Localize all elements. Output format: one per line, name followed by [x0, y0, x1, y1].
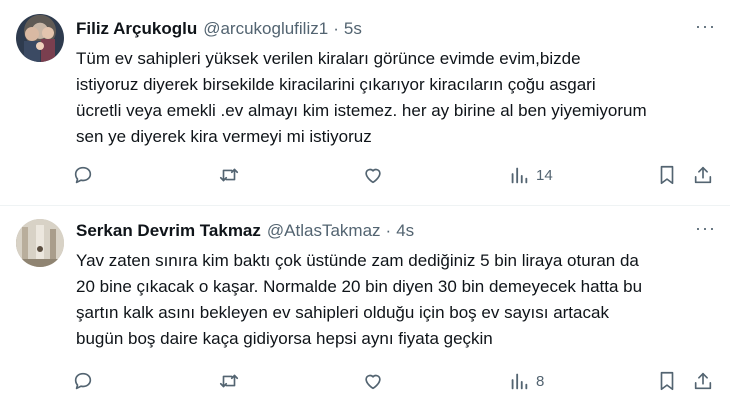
retweet-button[interactable]: [218, 160, 240, 190]
timestamp[interactable]: 4s: [396, 221, 414, 241]
tweet-header: Filiz Arçukoglu @arcukoglufiliz1 · 5s: [76, 18, 362, 40]
display-name[interactable]: Filiz Arçukoglu: [76, 19, 197, 39]
tweet-text: Tüm ev sahipleri yüksek verilen kiraları…: [76, 49, 647, 146]
action-bar: 14: [72, 160, 722, 190]
reply-button[interactable]: [72, 160, 94, 190]
views-chart-icon: [508, 370, 530, 392]
reply-button[interactable]: [72, 366, 94, 396]
retweet-icon: [218, 370, 240, 392]
share-button[interactable]: [692, 160, 714, 190]
user-handle[interactable]: @AtlasTakmaz: [267, 221, 381, 241]
heart-icon: [362, 370, 384, 392]
separator: ·: [385, 221, 392, 240]
views-count: 8: [536, 372, 545, 390]
bookmark-icon: [656, 370, 678, 392]
reply-icon: [72, 370, 94, 392]
views-button[interactable]: 8: [508, 366, 544, 396]
action-bar: 8: [72, 366, 722, 396]
tweet-text: Yav zaten sınıra kim baktı çok üstünde z…: [76, 251, 643, 348]
views-button[interactable]: 14: [508, 160, 553, 190]
reply-icon: [72, 164, 94, 186]
user-handle[interactable]: @arcukoglufiliz1: [203, 19, 328, 39]
timestamp[interactable]: 5s: [344, 19, 362, 39]
more-options-icon[interactable]: ···: [695, 16, 716, 37]
bookmark-icon: [656, 164, 678, 186]
more-options-icon[interactable]: ···: [695, 218, 716, 239]
tweet[interactable]: Serkan Devrim Takmaz @AtlasTakmaz · 4s ·…: [0, 206, 730, 420]
avatar[interactable]: [16, 219, 64, 267]
share-icon: [692, 164, 714, 186]
share-button[interactable]: [692, 366, 714, 396]
avatar[interactable]: [16, 14, 64, 62]
heart-icon: [362, 164, 384, 186]
display-name[interactable]: Serkan Devrim Takmaz: [76, 221, 261, 241]
tweet[interactable]: Filiz Arçukoglu @arcukoglufiliz1 · 5s ··…: [0, 0, 730, 205]
separator: ·: [333, 19, 339, 38]
bookmark-button[interactable]: [656, 160, 678, 190]
share-icon: [692, 370, 714, 392]
like-button[interactable]: [362, 366, 384, 396]
bookmark-button[interactable]: [656, 366, 678, 396]
tweet-header: Serkan Devrim Takmaz @AtlasTakmaz · 4s: [76, 220, 414, 242]
like-button[interactable]: [362, 160, 384, 190]
retweet-icon: [218, 164, 240, 186]
retweet-button[interactable]: [218, 366, 240, 396]
views-count: 14: [536, 166, 553, 184]
views-chart-icon: [508, 164, 530, 186]
